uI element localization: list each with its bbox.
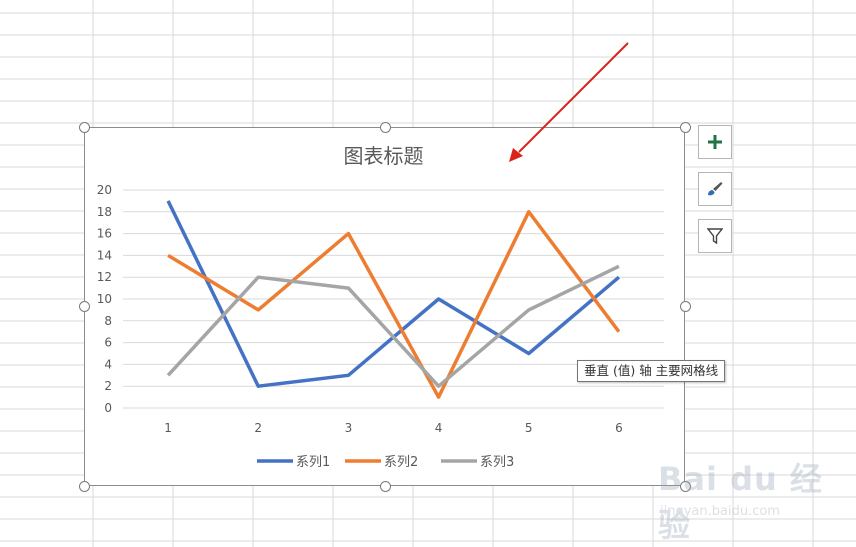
chart-title[interactable]: 图表标题 (344, 144, 424, 168)
y-tick-label: 14 (97, 248, 112, 262)
y-tick-label: 10 (97, 292, 112, 306)
x-tick-label: 6 (615, 421, 623, 435)
y-tick-label: 20 (97, 183, 112, 197)
watermark-logo: Bai du 经验 (658, 460, 823, 544)
y-tick-label: 4 (104, 357, 112, 371)
chart-filters-button[interactable] (698, 219, 732, 253)
series-line[interactable] (166, 200, 621, 388)
legend-label[interactable]: 系列2 (384, 455, 418, 470)
y-tick-label: 16 (97, 227, 112, 241)
series-line[interactable] (167, 210, 621, 399)
resize-handle-top-right[interactable] (680, 122, 691, 133)
resize-handle-top-left[interactable] (79, 122, 90, 133)
gridline-tooltip: 垂直 (值) 轴 主要网格线 (577, 360, 726, 382)
x-tick-label: 5 (525, 421, 533, 435)
x-tick-label: 2 (254, 421, 262, 435)
chart-elements-button[interactable] (698, 125, 732, 159)
resize-handle-bottom-left[interactable] (79, 481, 90, 492)
resize-handle-right[interactable] (680, 301, 691, 312)
chart-styles-button[interactable] (698, 172, 732, 206)
resize-handle-top[interactable] (380, 122, 391, 133)
y-tick-label: 8 (104, 314, 112, 328)
y-tick-label: 18 (97, 205, 112, 219)
resize-handle-bottom[interactable] (380, 481, 391, 492)
y-tick-label: 2 (104, 379, 112, 393)
filter-icon (707, 228, 723, 245)
watermark-url: jingyan.baidu.com (660, 504, 780, 519)
brush-icon (708, 182, 723, 196)
y-tick-label: 0 (104, 401, 112, 415)
series-line[interactable] (166, 264, 620, 388)
resize-handle-left[interactable] (79, 301, 90, 312)
baidu-watermark: Bai du 经验 jingyan.baidu.com (640, 452, 840, 544)
plus-icon (708, 135, 722, 149)
legend-label[interactable]: 系列1 (296, 455, 330, 470)
x-tick-label: 1 (164, 421, 172, 435)
y-tick-label: 12 (97, 270, 112, 284)
chart-area[interactable]: 图表标题 0 2 4 6 8 10 12 14 16 18 20 1 2 3 4 5 6 系列1 系列2 系列3 (84, 127, 685, 486)
legend-label[interactable]: 系列3 (480, 455, 514, 470)
x-tick-label: 3 (345, 421, 353, 435)
x-tick-label: 4 (435, 421, 443, 435)
line-chart: 图表标题024681012141618201 2 3 4 5 6系列1 系列2 系列3 (97, 144, 664, 470)
y-tick-label: 6 (104, 336, 112, 350)
